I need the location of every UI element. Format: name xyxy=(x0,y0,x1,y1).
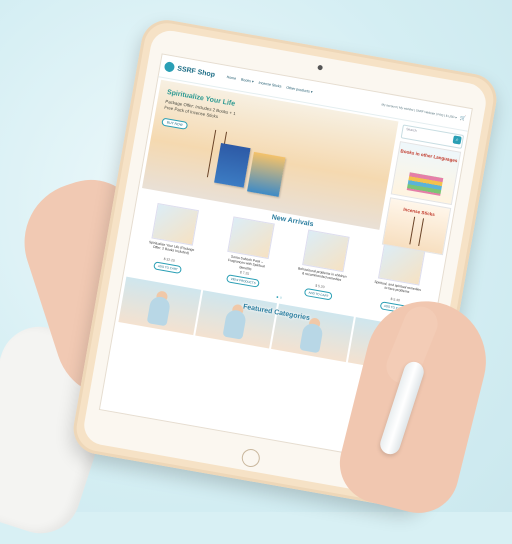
cart-icon[interactable]: 🛒 xyxy=(459,115,466,122)
books-languages-card[interactable]: Books in other Languages xyxy=(390,141,462,206)
person-image xyxy=(146,295,171,327)
product-price: $ 5.20 xyxy=(314,283,325,290)
utility-links[interactable]: My account | My wishlist | SSRF Website … xyxy=(381,102,457,119)
logo-text: SSRF Shop xyxy=(176,64,216,79)
nav-other[interactable]: Other products ▾ xyxy=(286,86,313,95)
main-nav: Home Books ▾ Incense Sticks Other produc… xyxy=(226,75,313,94)
person-image xyxy=(299,322,324,354)
person-image xyxy=(222,308,248,340)
product-price: $ 7.25 xyxy=(239,270,250,276)
product-card[interactable]: Spiritualize Your Life (Package Offer: 2… xyxy=(143,202,204,276)
product-price: $ 5.40 xyxy=(390,296,401,303)
product-image[interactable] xyxy=(302,229,350,273)
site-logo[interactable]: SSRF Shop xyxy=(163,61,216,80)
incense-sticks-image xyxy=(409,216,425,247)
book-cover-image xyxy=(214,143,251,188)
product-image[interactable] xyxy=(226,216,275,260)
product-card[interactable]: Soma Subash Pack – Fragrances with Spiri… xyxy=(218,216,279,290)
book-cover-image xyxy=(247,151,286,197)
hero-buy-button[interactable]: BUY NOW xyxy=(161,117,189,130)
search-placeholder: Search xyxy=(405,127,417,133)
search-icon[interactable]: ⌕ xyxy=(452,135,462,145)
product-price: $ 32.20 xyxy=(163,256,176,263)
books-stack-image xyxy=(406,172,444,196)
product-card[interactable]: Behavioural problems in children & recom… xyxy=(293,229,354,303)
product-image[interactable] xyxy=(151,203,200,246)
nav-books[interactable]: Books ▾ xyxy=(241,78,254,84)
nav-incense[interactable]: Incense Sticks xyxy=(258,81,282,89)
logo-icon xyxy=(163,61,176,73)
nav-home[interactable]: Home xyxy=(226,75,236,81)
